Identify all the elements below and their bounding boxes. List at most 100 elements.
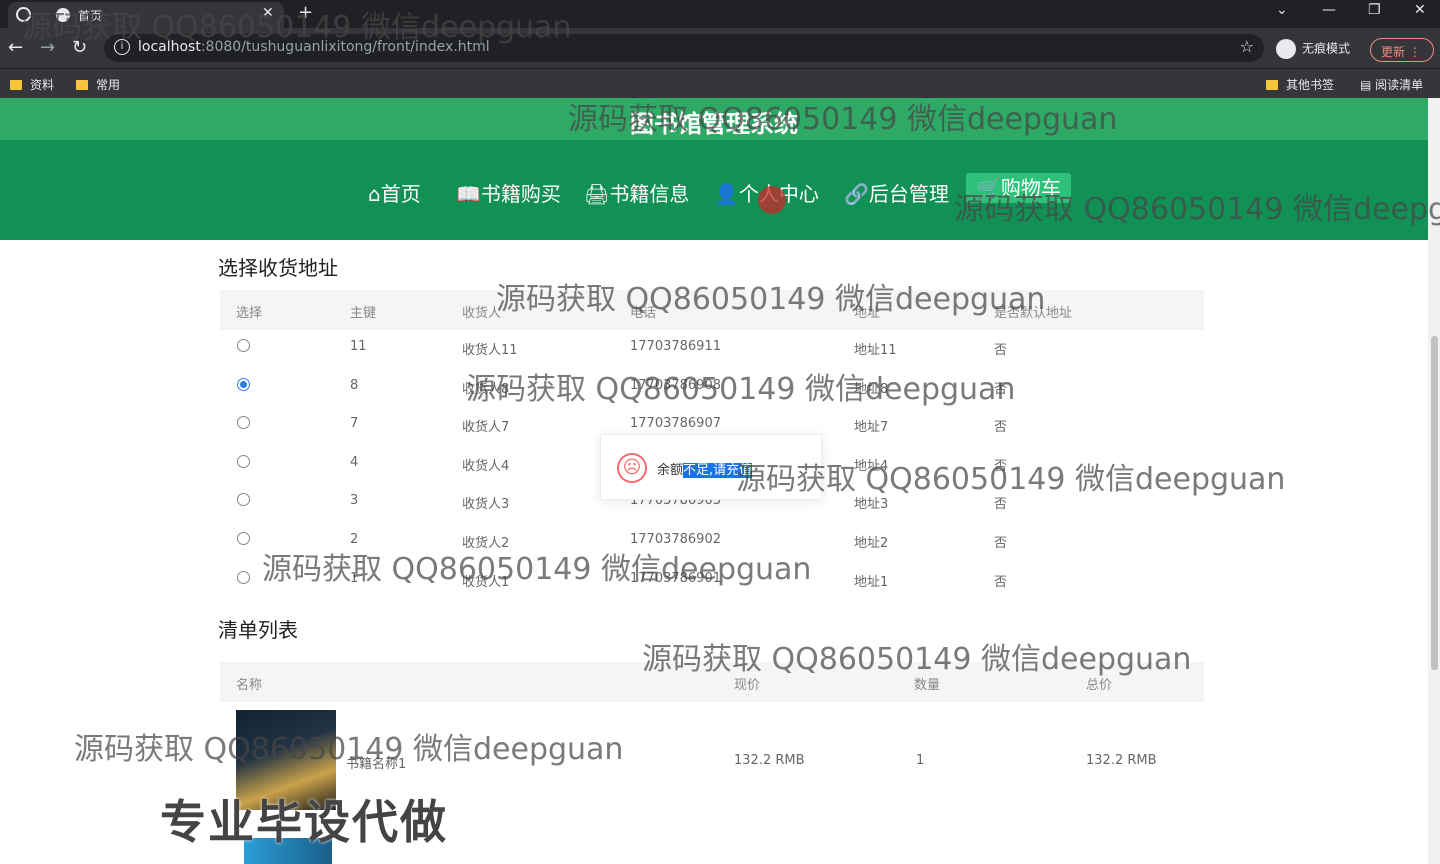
column-header: 选择	[236, 306, 263, 321]
column-header: 是否默认地址	[994, 306, 1073, 321]
address-cell-name: 收货人1	[462, 574, 510, 590]
address-cell-default: 否	[994, 343, 1008, 358]
bookmark-label: 资料	[30, 78, 55, 92]
order-section-title: 清单列表	[218, 618, 298, 642]
column-header: 现价	[734, 678, 761, 693]
url-field[interactable]: i localhost:8080/tushuguanlixitong/front…	[104, 34, 1264, 62]
address-cell-default: 否	[994, 497, 1008, 513]
forward-icon[interactable]: →	[40, 37, 55, 58]
mouse-cursor-highlight	[758, 186, 786, 214]
address-cell-name: 收货人7	[462, 420, 510, 436]
address-row[interactable]: 11 收货人11 17703786911 地址11 否	[220, 328, 1204, 366]
nav-home[interactable]: ⌂首页	[368, 178, 421, 207]
address-cell-id: 2	[350, 532, 359, 547]
address-cell-phone: 17703786908	[630, 377, 721, 393]
address-cell-id: 11	[350, 339, 367, 354]
column-header: 地址	[854, 306, 881, 321]
address-row[interactable]: 1 收货人1 17703786901 地址1 否	[220, 560, 1204, 598]
address-cell-name: 收货人11	[462, 343, 518, 358]
bookmark-folder[interactable]: 资料	[10, 76, 54, 93]
address-cell-addr: 地址4	[854, 458, 889, 474]
bookmark-label: 常用	[96, 78, 121, 92]
table-header: 名称 现价 数量 总价	[220, 662, 1204, 702]
address-cell-id: 4	[350, 454, 359, 470]
address-cell-id: 7	[350, 416, 359, 432]
tab-search-icon[interactable]: ⌄	[1276, 2, 1288, 18]
url-path: :8080/tushuguanlixitong/front/index.html	[200, 39, 490, 55]
scrollbar-thumb[interactable]	[1431, 336, 1438, 670]
nav-admin[interactable]: 🔗后台管理	[844, 178, 949, 207]
other-bookmarks[interactable]: 其他书签	[1266, 76, 1334, 93]
address-cell-addr: 地址8	[854, 381, 889, 397]
address-radio[interactable]	[237, 493, 250, 507]
address-cell-phone: 17703786901	[630, 570, 721, 586]
address-cell-id: 8	[350, 377, 359, 393]
address-radio[interactable]	[237, 339, 250, 352]
product-total: 132.2 RMB	[1086, 753, 1157, 768]
address-cell-addr: 地址1	[854, 574, 889, 590]
address-radio[interactable]	[237, 416, 250, 430]
address-cell-default: 否	[994, 458, 1008, 474]
product-quantity: 1	[916, 753, 925, 768]
address-cell-phone: 17703786911	[630, 339, 721, 354]
product-price: 132.2 RMB	[734, 753, 805, 768]
table-header: 选择 主键 收货人 电话 地址 是否默认地址	[220, 290, 1204, 330]
update-label: 更新	[1381, 45, 1406, 59]
site-header: 图书馆管理系统	[0, 98, 1428, 140]
promo-watermark: 专业毕设代做	[160, 795, 448, 849]
address-cell-name: 收货人3	[462, 497, 510, 513]
bookmark-label: 阅读清单	[1375, 78, 1424, 92]
column-header: 总价	[1086, 678, 1113, 693]
address-cell-phone: 17703786902	[630, 532, 721, 547]
folder-icon	[1266, 80, 1278, 90]
restore-icon[interactable]: ❐	[1368, 2, 1381, 18]
browser-tab[interactable]: 首页 ✕	[8, 2, 284, 28]
column-header: 数量	[914, 678, 941, 693]
url-host: localhost	[138, 39, 201, 55]
column-header: 名称	[236, 678, 263, 693]
bookmark-folder[interactable]: 常用	[76, 76, 120, 93]
address-cell-default: 否	[994, 381, 1008, 397]
column-header: 收货人	[462, 306, 502, 321]
address-cell-id: 1	[350, 570, 359, 586]
address-cell-name: 收货人2	[462, 536, 510, 551]
incognito-label: 无痕模式	[1302, 41, 1351, 56]
new-tab-icon[interactable]: +	[298, 2, 313, 23]
address-cell-name: 收货人8	[462, 381, 510, 397]
site-info-icon[interactable]: i	[114, 39, 130, 55]
bookmark-star-icon[interactable]: ☆	[1240, 37, 1254, 56]
address-radio[interactable]	[237, 532, 250, 545]
incognito-indicator[interactable]: 无痕模式	[1276, 39, 1350, 59]
address-cell-addr: 地址3	[854, 497, 889, 513]
address-radio[interactable]	[237, 454, 250, 468]
bookmarks-bar: 资料 常用 其他书签 ▤ 阅读清单	[0, 68, 1440, 98]
minimize-icon[interactable]: —	[1322, 2, 1336, 18]
error-toast: ☹ 余额不足,请充值	[600, 434, 822, 500]
address-row[interactable]: 2 收货人2 17703786902 地址2 否	[220, 521, 1204, 559]
nav-cart[interactable]: 🛒购物车	[966, 173, 1071, 203]
bookmark-label: 其他书签	[1286, 78, 1335, 92]
address-radio[interactable]	[237, 570, 250, 584]
update-button[interactable]: 更新 ⋮	[1370, 38, 1434, 62]
reading-list[interactable]: ▤ 阅读清单	[1360, 76, 1423, 93]
column-header: 电话	[630, 306, 657, 321]
address-cell-addr: 地址11	[854, 343, 897, 358]
globe-icon	[56, 8, 70, 22]
address-row[interactable]: 8 收货人8 17703786908 地址8 否	[220, 367, 1204, 405]
reload-icon[interactable]: ↻	[72, 37, 87, 58]
nav-book-info[interactable]: 🖨书籍信息	[584, 178, 689, 207]
toast-message: 余额不足,请充值	[657, 459, 753, 478]
address-cell-addr: 地址2	[854, 536, 889, 551]
column-header: 主键	[350, 306, 377, 321]
back-icon[interactable]: ←	[8, 37, 23, 58]
browser-tab-bar: 首页 ✕ + ⌄ — ❐ ✕	[0, 0, 1440, 28]
close-tab-icon[interactable]: ✕	[262, 5, 274, 21]
close-window-icon[interactable]: ✕	[1414, 2, 1426, 18]
address-radio[interactable]	[237, 377, 250, 391]
browser-profile-icon	[16, 7, 31, 22]
address-cell-default: 否	[994, 420, 1008, 436]
product-name: 书籍名称1	[346, 757, 407, 772]
nav-book-purchase[interactable]: 📖书籍购买	[456, 178, 561, 207]
address-cell-id: 3	[350, 493, 359, 509]
tab-title: 首页	[78, 9, 103, 23]
